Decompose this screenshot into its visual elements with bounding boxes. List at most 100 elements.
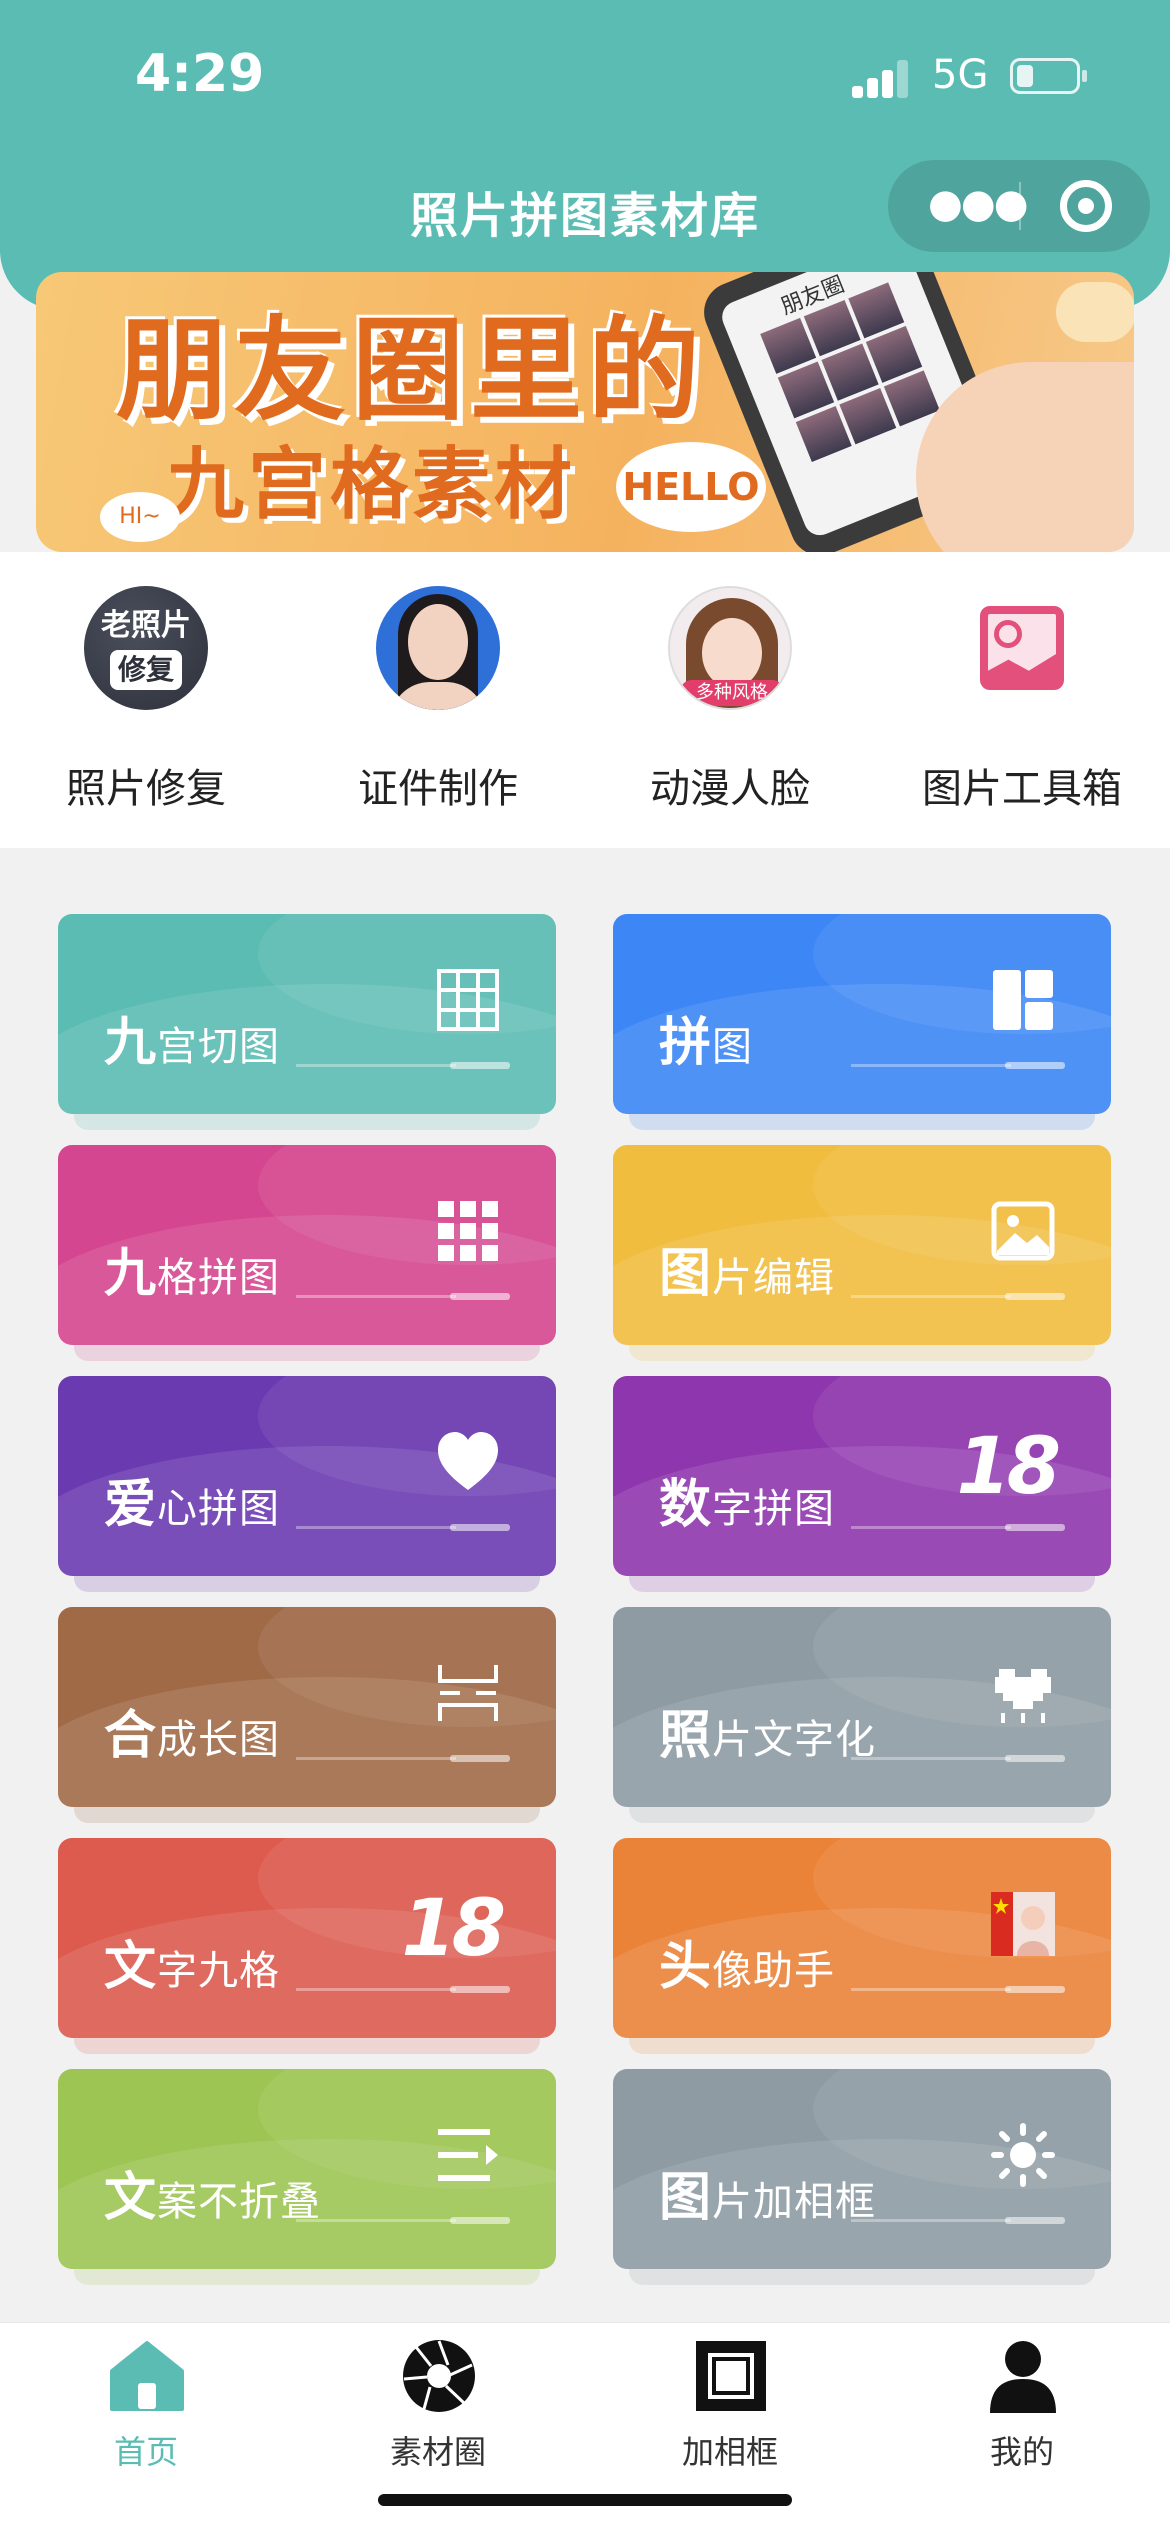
tile-underline — [851, 1757, 1011, 1760]
tool-label-lead: 合 — [104, 1706, 158, 1766]
tool-label-rest: 心拼图 — [157, 1486, 281, 1532]
text-expand-icon — [436, 2123, 500, 2187]
more-dots-icon[interactable]: ●●● — [928, 182, 1029, 230]
tool-label: 图片加相框 — [659, 2155, 876, 2230]
quick-item-photo-restore[interactable]: 老照片 修复 照片修复 — [0, 552, 292, 848]
tool-label-rest: 图 — [712, 1024, 754, 1070]
tool-tile[interactable]: 文案不折叠 — [58, 2069, 556, 2269]
heart-icon — [436, 1430, 500, 1494]
number-18-icon: 18 — [956, 1422, 1061, 1512]
dots-grid-icon — [436, 1199, 500, 1263]
tool-label-lead: 拼 — [659, 1013, 713, 1073]
tool-label: 九格拼图 — [104, 1231, 280, 1306]
tool-tile[interactable]: 图片加相框 — [613, 2069, 1111, 2269]
tool-tile[interactable]: 九格拼图 — [58, 1145, 556, 1345]
tool-tile[interactable]: 拼图 — [613, 914, 1111, 1114]
tile-underline-accent — [450, 1062, 510, 1069]
tool-label: 文字九格 — [104, 1924, 280, 1999]
grid-icon — [436, 968, 500, 1032]
tile-underline — [296, 1526, 456, 1529]
banner-headline: 朋友圈里的 — [116, 306, 706, 436]
tile-underline-accent — [1005, 1986, 1065, 1993]
tile-underline-accent — [1005, 1755, 1065, 1762]
tile-underline — [296, 1295, 456, 1298]
stamp-frame-icon — [696, 2341, 766, 2411]
tool-label: 文案不折叠 — [104, 2155, 321, 2230]
tool-tile[interactable]: 数字拼图 18 — [613, 1376, 1111, 1576]
tool-tile[interactable]: 图片编辑 — [613, 1145, 1111, 1345]
banner-subline: 九宫格素材 — [166, 440, 577, 530]
tool-tile[interactable]: 头像助手 — [613, 1838, 1111, 2038]
tool-label-rest: 成长图 — [157, 1717, 281, 1763]
tile-underline-accent — [1005, 1062, 1065, 1069]
user-icon — [990, 2341, 1056, 2413]
tab-label: 素材圈 — [389, 2433, 486, 2471]
tool-label-rest: 格拼图 — [157, 1255, 281, 1301]
tool-label-lead: 照 — [659, 1706, 713, 1766]
aperture-icon — [403, 2340, 475, 2412]
battery-icon — [1010, 58, 1087, 94]
quick-entry-row: 老照片 修复 照片修复 证件制作 多种风格 动漫人脸 图片工具箱 — [0, 552, 1170, 848]
tool-tile[interactable]: 爱心拼图 — [58, 1376, 556, 1576]
tool-label-rest: 宫切图 — [157, 1024, 281, 1070]
id-photo-icon — [376, 586, 500, 710]
tile-underline — [851, 1526, 1011, 1529]
tool-tile[interactable]: 九宫切图 — [58, 914, 556, 1114]
restore-badge-line2: 修复 — [109, 650, 182, 690]
restore-badge-line1: 老照片 — [101, 608, 191, 643]
tab-mine[interactable]: 我的 — [876, 2323, 1168, 2483]
tool-label: 图片编辑 — [659, 1231, 835, 1306]
tab-add-frame[interactable]: 加相框 — [584, 2323, 876, 2483]
tool-label: 头像助手 — [659, 1924, 835, 1999]
tool-label-lead: 数 — [659, 1475, 713, 1535]
tab-home[interactable]: 首页 — [0, 2323, 292, 2483]
tab-label: 首页 — [113, 2433, 178, 2471]
cloud-decoration — [1056, 282, 1134, 342]
tab-label: 加相框 — [681, 2433, 778, 2471]
tile-underline — [296, 2219, 456, 2222]
tile-underline — [851, 1295, 1011, 1298]
tile-underline — [851, 2219, 1011, 2222]
tool-label-lead: 文 — [104, 1937, 158, 1997]
tile-underline — [296, 1064, 456, 1067]
miniprogram-capsule: ●●● — [888, 160, 1150, 252]
tool-tile[interactable]: 合成长图 — [58, 1607, 556, 1807]
quick-item-anime-face[interactable]: 多种风格 动漫人脸 — [584, 552, 876, 848]
tile-underline-accent — [1005, 2217, 1065, 2224]
target-icon[interactable] — [1060, 180, 1112, 232]
tool-label: 拼图 — [659, 1000, 753, 1075]
quick-item-id-photo[interactable]: 证件制作 — [292, 552, 584, 848]
tab-label: 我的 — [989, 2433, 1054, 2471]
tile-underline — [851, 1064, 1011, 1067]
anime-style-tag: 多种风格 — [680, 680, 784, 706]
tile-underline-accent — [1005, 1293, 1065, 1300]
anime-face-icon: 多种风格 — [668, 586, 792, 710]
quick-label: 照片修复 — [66, 766, 226, 812]
sun-icon — [991, 2123, 1055, 2187]
tool-label-lead: 九 — [104, 1013, 158, 1073]
hello-bubble: HELLO — [616, 442, 766, 532]
quick-item-image-toolbox[interactable]: 图片工具箱 — [876, 552, 1168, 848]
header-bar: 4:29 5G 照片拼图素材库 ●●● — [0, 0, 1170, 310]
tool-label-lead: 九 — [104, 1244, 158, 1304]
tile-underline-accent — [450, 1293, 510, 1300]
merge-icon — [436, 1661, 500, 1725]
tool-label-rest: 字拼图 — [712, 1486, 836, 1532]
status-time: 4:29 — [135, 44, 265, 104]
tool-tile[interactable]: 文字九格 18 — [58, 1838, 556, 2038]
layout-icon — [991, 968, 1055, 1032]
tile-underline-accent — [450, 2217, 510, 2224]
quick-label: 图片工具箱 — [922, 766, 1122, 812]
home-icon — [110, 2341, 184, 2411]
picture-toolbox-icon — [960, 586, 1084, 710]
tile-underline — [296, 1988, 456, 1991]
tab-material-circle[interactable]: 素材圈 — [292, 2323, 584, 2483]
tool-tile[interactable]: 照片文字化 — [613, 1607, 1111, 1807]
promo-banner[interactable]: 朋友圈里的 九宫格素材 HI~ HELLO 朋友圈 — [36, 272, 1134, 552]
tool-label-lead: 爱 — [104, 1475, 158, 1535]
tool-label: 照片文字化 — [659, 1693, 876, 1768]
tool-label-rest: 字九格 — [157, 1948, 281, 1994]
home-indicator[interactable] — [378, 2494, 792, 2506]
tile-underline-accent — [1005, 1524, 1065, 1531]
tile-underline-accent — [450, 1986, 510, 1993]
